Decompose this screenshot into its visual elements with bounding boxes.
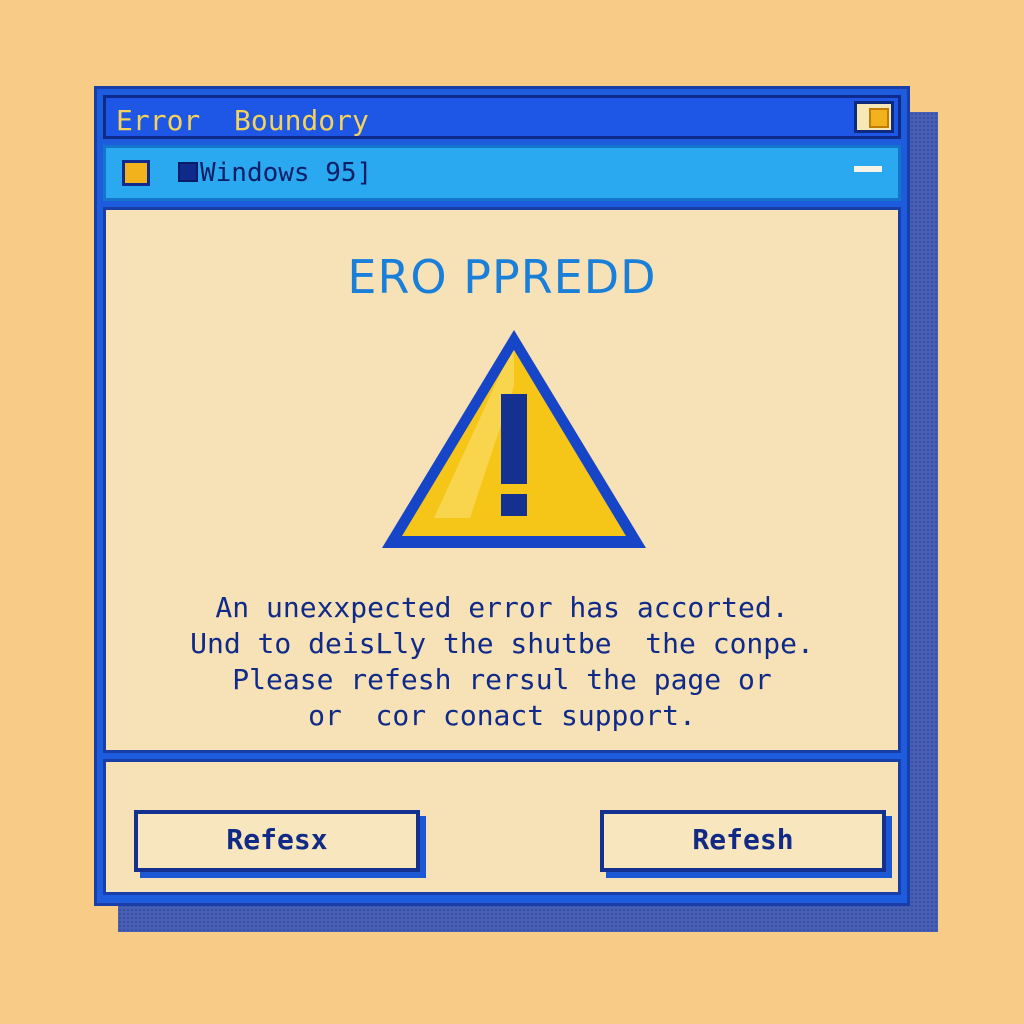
error-message: An unexxpected error has accorted. Und t… bbox=[106, 590, 898, 734]
minimize-icon[interactable] bbox=[854, 166, 882, 172]
warning-triangle-icon bbox=[382, 330, 646, 548]
error-headline: ERO PPREDD bbox=[347, 250, 657, 304]
app-icon[interactable] bbox=[122, 160, 150, 186]
refresh-button-left[interactable]: Refesx bbox=[134, 810, 420, 872]
refresh-button-right[interactable]: Refesh bbox=[600, 810, 886, 872]
message-line: An unexxpected error has accorted. bbox=[215, 591, 789, 624]
message-line: Und to deisLly the shutbe the conpe. bbox=[190, 627, 814, 660]
window-title: Error Boundory bbox=[116, 104, 369, 137]
dialog-content: ERO PPREDD An unexxpected error has acco… bbox=[103, 207, 901, 753]
message-line: Please refesh rersul the page or bbox=[232, 663, 772, 696]
menu-label[interactable]: Windows 95] bbox=[200, 158, 372, 188]
message-line: or cor conact support. bbox=[308, 699, 696, 732]
menu-bar: Windows 95] bbox=[103, 145, 901, 201]
title-bar[interactable]: Error Boundory bbox=[103, 95, 901, 139]
dialog-footer: Refesx Refesh bbox=[103, 759, 901, 895]
error-dialog-window: Error Boundory Windows 95] ERO PPREDD An… bbox=[94, 86, 910, 906]
maximize-icon bbox=[869, 108, 889, 128]
menu-square-icon bbox=[178, 162, 198, 182]
maximize-button[interactable] bbox=[854, 101, 894, 133]
